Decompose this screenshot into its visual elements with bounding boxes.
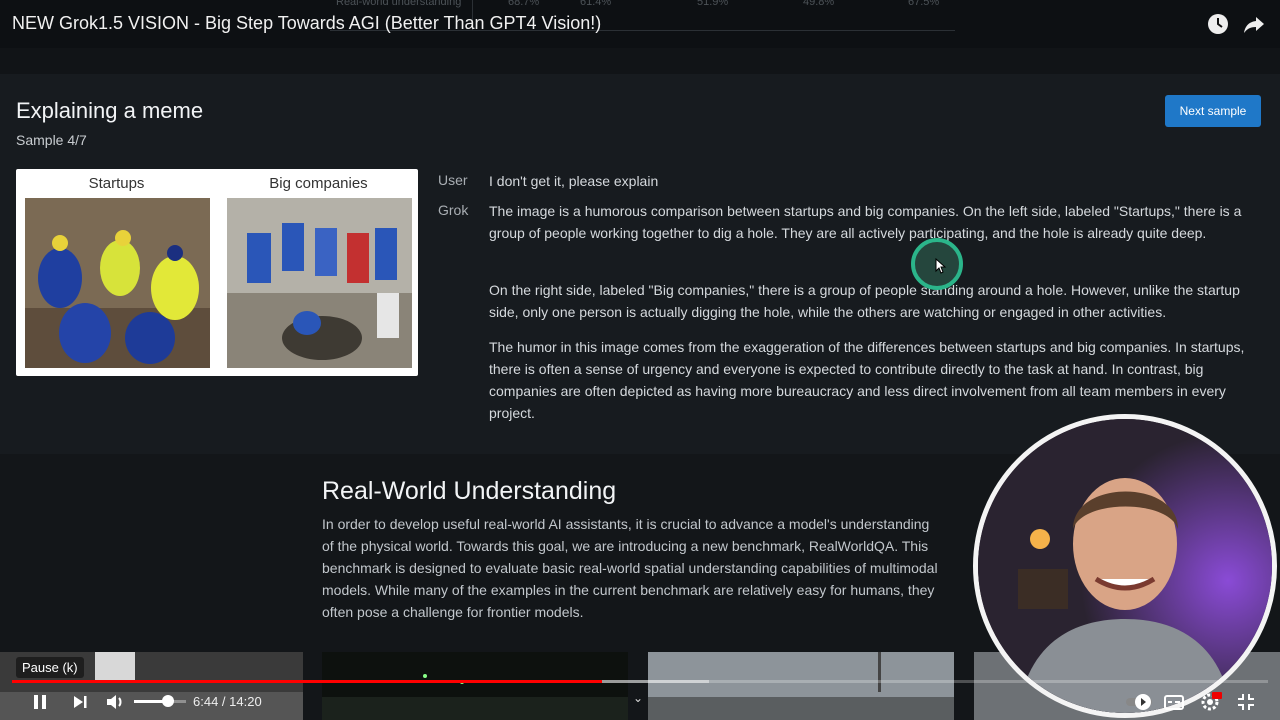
big-companies-photo	[227, 198, 412, 368]
pause-tooltip: Pause (k)	[16, 657, 84, 678]
mouse-cursor-icon	[935, 257, 947, 279]
video-title[interactable]: NEW Grok1.5 VISION - Big Step Towards AG…	[12, 13, 601, 34]
pause-icon[interactable]	[28, 690, 52, 714]
grok-paragraph: On the right side, labeled "Big companie…	[489, 282, 1240, 320]
startups-photo	[25, 198, 210, 368]
time-display: 6:44 / 14:20	[193, 694, 262, 709]
settings-icon[interactable]	[1198, 690, 1222, 714]
grok-paragraph: The humor in this image comes from the e…	[489, 339, 1245, 421]
sample-heading: Explaining a meme	[16, 98, 204, 123]
volume-icon[interactable]	[103, 690, 127, 714]
grok-speaker-label: Grok	[438, 202, 469, 218]
user-speaker-label: User	[438, 172, 468, 188]
fullscreen-exit-icon[interactable]	[1234, 690, 1258, 714]
user-message: I don't get it, please explain	[489, 173, 659, 189]
chevron-down-icon[interactable]: ⌄	[633, 691, 643, 705]
table-cell: 61.4%	[580, 0, 612, 8]
table-cell: 68.7%	[508, 0, 540, 8]
section-title: Real-World Understanding	[322, 477, 617, 505]
volume-slider[interactable]	[134, 700, 186, 703]
example-thumbnail	[648, 652, 954, 720]
section-body: In order to develop useful real-world AI…	[322, 516, 938, 620]
watch-later-icon[interactable]	[1206, 12, 1230, 36]
table-cell: 67.5%	[908, 0, 940, 8]
table-cell: 49.8%	[803, 0, 835, 8]
share-icon[interactable]	[1242, 12, 1266, 36]
next-sample-button[interactable]: Next sample	[1165, 95, 1261, 127]
progress-played	[12, 680, 603, 683]
captions-icon[interactable]	[1162, 690, 1186, 714]
sample-counter: Sample 4/7	[16, 132, 87, 148]
meme-image: Startups Big companies	[16, 169, 418, 376]
table-cell: 51.9%	[697, 0, 729, 8]
progress-bar[interactable]	[12, 680, 1268, 683]
grok-paragraph: The image is a humorous comparison betwe…	[489, 203, 1242, 241]
autoplay-toggle-icon[interactable]	[1125, 690, 1155, 714]
meme-label-startups: Startups	[88, 175, 145, 192]
table-row-label: Real-world understanding	[336, 0, 462, 8]
presenter-webcam	[973, 414, 1277, 718]
volume-knob[interactable]	[161, 695, 174, 707]
example-thumbnail	[322, 652, 628, 720]
meme-label-big-companies: Big companies	[269, 175, 368, 192]
next-icon[interactable]	[68, 690, 92, 714]
